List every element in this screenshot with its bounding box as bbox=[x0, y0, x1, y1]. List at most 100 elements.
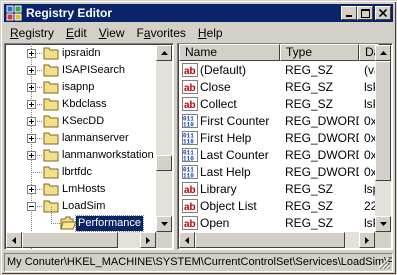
tree-expand-box[interactable] bbox=[27, 83, 36, 92]
folder-icon bbox=[43, 98, 59, 111]
tree-expand-box[interactable] bbox=[27, 151, 36, 160]
close-icon bbox=[379, 9, 387, 17]
svg-text:ab: ab bbox=[184, 66, 196, 77]
tree-item-performance[interactable]: Performance bbox=[75, 215, 144, 232]
menu-help-rest: elp bbox=[206, 26, 223, 40]
value-name: Object List bbox=[200, 199, 257, 213]
close-button[interactable] bbox=[375, 6, 391, 20]
string-value-icon: ab bbox=[182, 216, 198, 230]
arrow-left-icon bbox=[185, 236, 189, 244]
folder-icon bbox=[43, 183, 59, 196]
list-vertical-scrollbar[interactable] bbox=[375, 45, 391, 232]
folder-icon bbox=[43, 64, 59, 77]
value-name: First Counter bbox=[200, 114, 270, 128]
tree-item-isapnp[interactable]: isapnp bbox=[60, 80, 96, 95]
svg-text:ab: ab bbox=[184, 100, 196, 111]
menu-registry[interactable]: Registry bbox=[4, 26, 60, 40]
menu-view[interactable]: View bbox=[93, 26, 131, 40]
tree-scroll-thumb[interactable] bbox=[156, 155, 172, 171]
tree-scroll-right-button[interactable] bbox=[140, 232, 156, 248]
resize-grip-icon[interactable] bbox=[378, 257, 390, 269]
tree-expand-box[interactable] bbox=[27, 134, 36, 143]
value-name: (Default) bbox=[200, 63, 247, 77]
registry-values-pane[interactable]: Name Type Da ab(Default)REG_SZ(vaabClose… bbox=[177, 43, 393, 250]
svg-text:ab: ab bbox=[184, 185, 196, 196]
tree-item-loadsim[interactable]: LoadSim bbox=[60, 199, 107, 214]
value-type: REG_SZ bbox=[285, 199, 334, 213]
tree-scroll-up-button[interactable] bbox=[156, 45, 172, 61]
value-type: REG_SZ bbox=[285, 182, 334, 196]
value-type: REG_SZ bbox=[285, 63, 334, 77]
list-scroll-up-button[interactable] bbox=[375, 45, 391, 61]
registry-tree-pane[interactable]: ipsraidn ISAPISearch isapnp Kbdclass KSecDD l… bbox=[4, 43, 174, 250]
tree-item-isapisearch[interactable]: ISAPISearch bbox=[60, 63, 127, 78]
arrow-down-icon bbox=[160, 222, 168, 226]
tree-item-kbdclass[interactable]: Kbdclass bbox=[60, 97, 109, 112]
minimize-button[interactable] bbox=[341, 6, 357, 20]
value-row[interactable]: abCollectREG_SZlsP bbox=[178, 96, 376, 113]
title-bar[interactable]: Registry Editor bbox=[4, 4, 393, 22]
value-type: REG_DWORD bbox=[285, 131, 359, 145]
value-type: REG_DWORD bbox=[285, 165, 359, 179]
tree-collapse-box[interactable] bbox=[27, 202, 36, 211]
arrow-down-icon bbox=[379, 222, 387, 226]
list-horizontal-scrollbar[interactable] bbox=[179, 232, 375, 248]
value-row[interactable]: 011 110 Last Counter REG_DWORD 0x bbox=[178, 147, 376, 164]
scrollbar-corner bbox=[156, 232, 172, 248]
tree-item-lanmanserver[interactable]: lanmanserver bbox=[60, 131, 131, 146]
list-hscroll-thumb[interactable] bbox=[195, 232, 345, 248]
string-value-icon: ab bbox=[182, 63, 198, 77]
value-row[interactable]: abOpenREG_SZlsP bbox=[178, 215, 376, 232]
svg-text:ab: ab bbox=[184, 202, 196, 213]
column-header-type[interactable]: Type bbox=[280, 44, 359, 61]
list-scroll-left-button[interactable] bbox=[179, 232, 195, 248]
tree-scroll-left-button[interactable] bbox=[6, 232, 22, 248]
value-name: Last Help bbox=[200, 165, 251, 179]
value-row[interactable]: ab(Default)REG_SZ(va bbox=[178, 62, 376, 79]
string-value-icon: ab bbox=[182, 80, 198, 94]
tree-item-lanmanworkstation[interactable]: lanmanworkstation bbox=[60, 148, 156, 163]
binary-value-icon: 011110 bbox=[182, 114, 198, 128]
value-row[interactable]: abCloseREG_SZlsP bbox=[178, 79, 376, 96]
value-type: REG_DWORD bbox=[285, 114, 359, 128]
menu-edit[interactable]: Edit bbox=[60, 26, 93, 40]
tree-item-lmhosts[interactable]: LmHosts bbox=[60, 182, 107, 197]
list-scroll-down-button[interactable] bbox=[375, 216, 391, 232]
value-row[interactable]: abLibraryREG_SZlsp bbox=[178, 181, 376, 198]
menu-view-rest: iew bbox=[106, 26, 125, 40]
tree-horizontal-scrollbar[interactable] bbox=[6, 232, 156, 248]
value-row[interactable]: 011 110 Last Help REG_DWORD 0x bbox=[178, 164, 376, 181]
tree-expand-box[interactable] bbox=[27, 185, 36, 194]
menu-help[interactable]: Help bbox=[192, 26, 229, 40]
tree-item-ksecdd[interactable]: KSecDD bbox=[60, 114, 106, 129]
binary-value-icon: 011110 bbox=[182, 148, 198, 162]
tree-expand-box[interactable] bbox=[27, 49, 36, 58]
svg-text:110: 110 bbox=[183, 173, 194, 180]
tree-expand-box[interactable] bbox=[27, 100, 36, 109]
tree-item-lbrtfdc[interactable]: lbrtfdc bbox=[60, 165, 94, 180]
column-header-name[interactable]: Name bbox=[179, 44, 280, 61]
tree-hscroll-thumb[interactable] bbox=[22, 232, 118, 248]
list-scroll-right-button[interactable] bbox=[359, 232, 375, 248]
value-row[interactable]: abObject ListREG_SZ22 bbox=[178, 198, 376, 215]
value-row[interactable]: 011 110 First Counter REG_DWORD 0x bbox=[178, 113, 376, 130]
value-type: REG_DWORD bbox=[285, 148, 359, 162]
string-value-icon: ab bbox=[182, 199, 198, 213]
folder-icon bbox=[43, 47, 59, 60]
folder-icon bbox=[43, 149, 59, 162]
list-scroll-thumb[interactable] bbox=[375, 61, 391, 181]
svg-text:ab: ab bbox=[184, 219, 196, 230]
arrow-right-icon bbox=[146, 236, 150, 244]
value-name: Collect bbox=[200, 97, 237, 111]
tree-item-ipsraidn[interactable]: ipsraidn bbox=[60, 46, 103, 61]
tree-vertical-scrollbar[interactable] bbox=[156, 45, 172, 232]
tree-expand-box[interactable] bbox=[27, 117, 36, 126]
tree-scroll-down-button[interactable] bbox=[156, 216, 172, 232]
tree-expand-box[interactable] bbox=[27, 66, 36, 75]
menu-registry-rest: egistry bbox=[18, 26, 55, 40]
value-row[interactable]: 011 110 First Help REG_DWORD 0x bbox=[178, 130, 376, 147]
tree-branch-line bbox=[31, 172, 43, 173]
svg-text:110: 110 bbox=[183, 122, 194, 129]
maximize-button[interactable] bbox=[357, 6, 373, 20]
menu-favorites[interactable]: Favorites bbox=[131, 26, 192, 40]
